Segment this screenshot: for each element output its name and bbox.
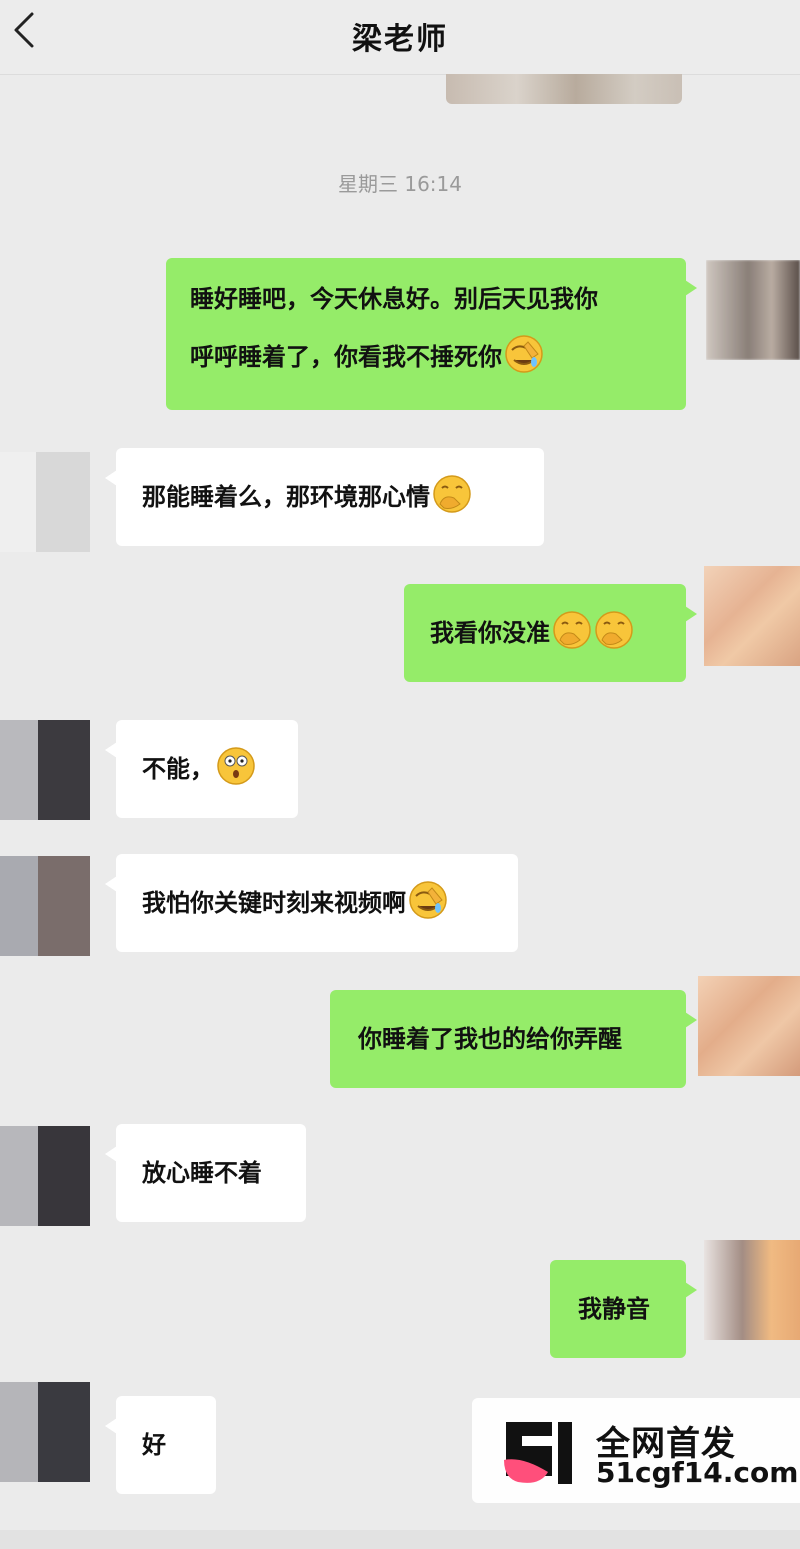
message-text: 我看你没准 bbox=[430, 619, 550, 647]
51-logo bbox=[504, 1422, 572, 1484]
contact-avatar[interactable] bbox=[0, 452, 90, 552]
message-text: 呼呼睡着了，你看我不捶死你 bbox=[190, 343, 502, 371]
watermark-line2: 51cgf14.com bbox=[596, 1456, 799, 1489]
message-text: 那能睡着么，那环境那心情 bbox=[142, 483, 430, 511]
site-watermark: 全网首发 51cgf14.com bbox=[472, 1398, 800, 1503]
facepalm-laugh-icon bbox=[505, 335, 543, 373]
my-avatar[interactable] bbox=[704, 1240, 800, 1340]
message-text: 你睡着了我也的给你弄醒 bbox=[358, 1025, 622, 1053]
message-bubble-received[interactable]: 不能， bbox=[105, 720, 298, 818]
message-text-line: 睡好睡吧，今天休息好。别后天见我你 bbox=[190, 285, 598, 313]
message-bubble-received[interactable]: 放心睡不着 bbox=[105, 1124, 306, 1222]
message-text-line: 呼呼睡着了，你看我不捶死你 bbox=[190, 328, 662, 386]
my-avatar[interactable] bbox=[706, 260, 800, 360]
message-bubble-received[interactable]: 我怕你关键时刻来视频啊 bbox=[105, 854, 518, 952]
shocked-face-icon bbox=[217, 747, 255, 785]
contact-avatar[interactable] bbox=[0, 720, 90, 820]
my-avatar[interactable] bbox=[704, 566, 800, 666]
contact-avatar[interactable] bbox=[0, 1126, 90, 1226]
message-bubble-received[interactable]: 那能睡着么，那环境那心情 bbox=[105, 448, 544, 546]
contact-avatar[interactable] bbox=[0, 1382, 90, 1482]
hand-over-mouth-laugh-icon bbox=[595, 611, 633, 649]
message-text: 我怕你关键时刻来视频啊 bbox=[142, 889, 406, 917]
bottom-bar bbox=[0, 1530, 800, 1549]
chat-header: 梁老师 bbox=[0, 0, 800, 75]
contact-avatar[interactable] bbox=[0, 856, 90, 956]
message-text: 好 bbox=[142, 1431, 166, 1459]
facepalm-laugh-icon bbox=[409, 881, 447, 919]
message-text: 不能， bbox=[142, 755, 214, 783]
message-timestamp: 星期三 16:14 bbox=[338, 172, 462, 196]
message-bubble-sent[interactable]: 睡好睡吧，今天休息好。别后天见我你 呼呼睡着了，你看我不捶死你 bbox=[166, 258, 697, 410]
message-text: 放心睡不着 bbox=[142, 1159, 262, 1187]
message-text: 我静音 bbox=[578, 1295, 650, 1323]
message-bubble-sent[interactable]: 你睡着了我也的给你弄醒 bbox=[330, 990, 697, 1088]
my-avatar[interactable] bbox=[698, 976, 800, 1076]
message-bubble-sent[interactable]: 我静音 bbox=[550, 1260, 697, 1358]
message-bubble-sent[interactable]: 我看你没准 bbox=[404, 584, 697, 682]
message-bubble-received[interactable]: 好 bbox=[105, 1396, 216, 1494]
hand-over-mouth-laugh-icon bbox=[553, 611, 591, 649]
chat-screen: 梁老师 星期三 16:14 睡好睡吧，今天休息好。别后天见我你 呼呼睡着了，你看… bbox=[0, 0, 800, 1549]
hand-over-mouth-laugh-icon bbox=[433, 475, 471, 513]
chat-title: 梁老师 bbox=[352, 22, 448, 57]
image-message-partial[interactable] bbox=[446, 74, 682, 104]
